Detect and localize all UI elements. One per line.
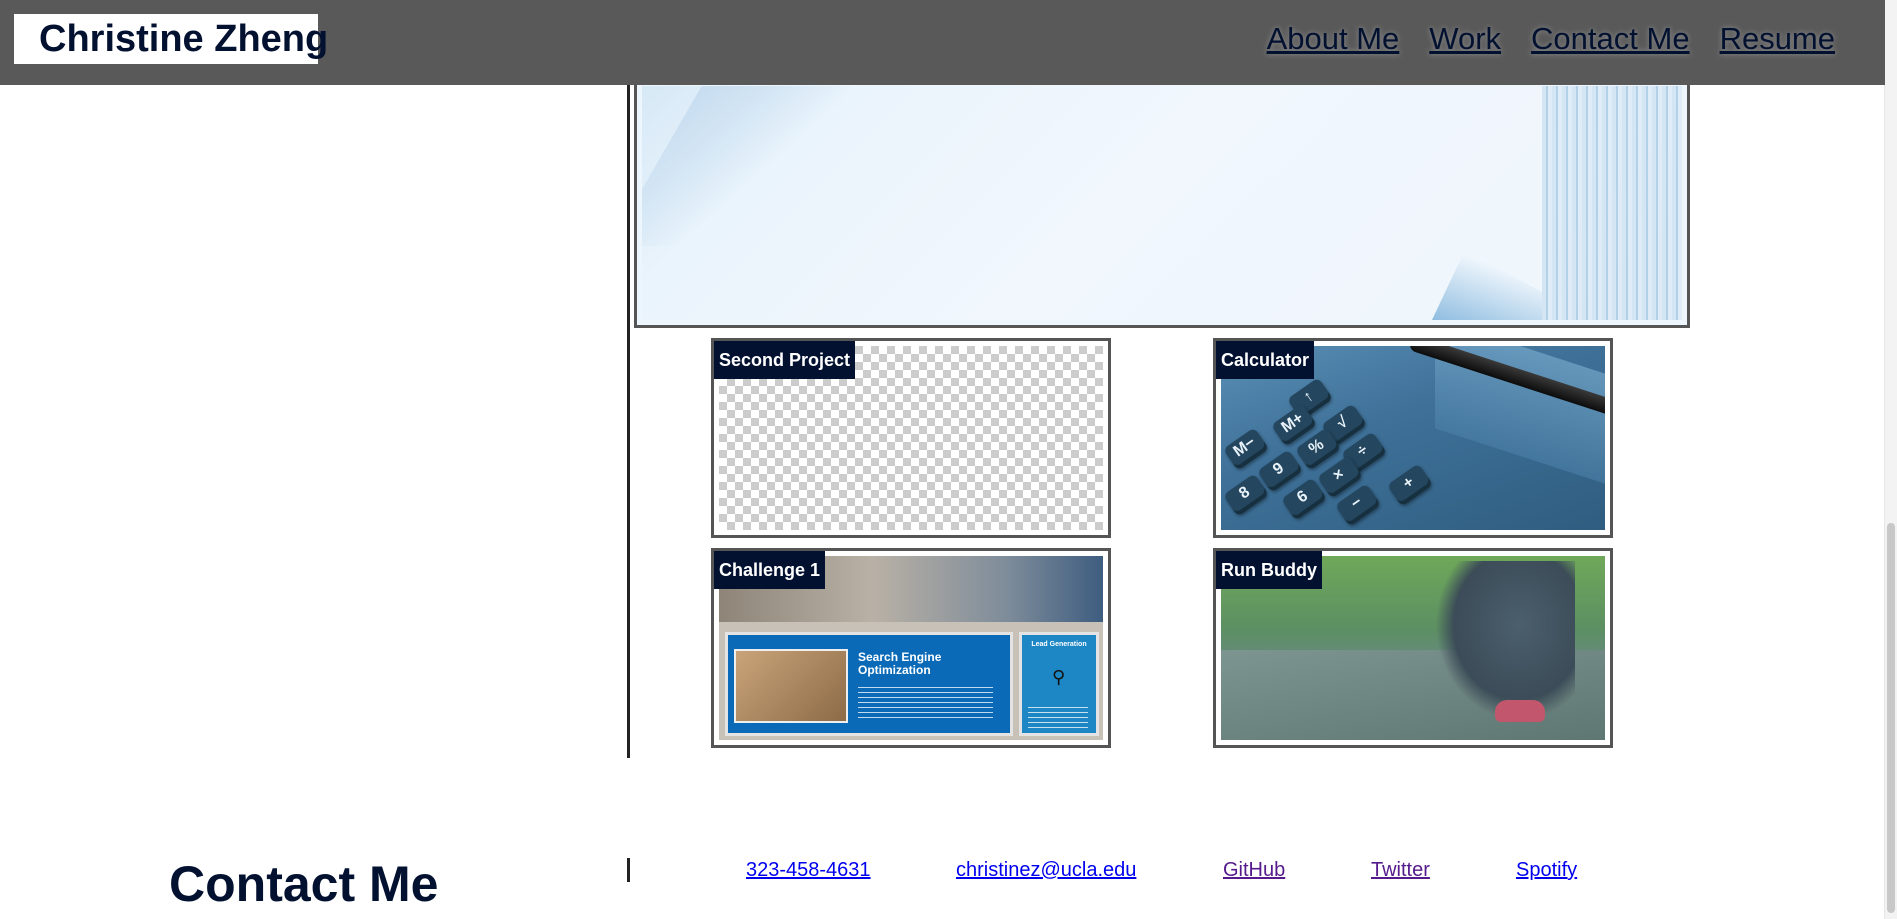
project-label: Calculator bbox=[1216, 341, 1315, 379]
nav-link-resume[interactable]: Resume bbox=[1720, 20, 1835, 58]
contact-spotify-link[interactable]: Spotify bbox=[1516, 858, 1577, 882]
contact-twitter-link[interactable]: Twitter bbox=[1371, 858, 1430, 882]
site-header: Christine Zheng About Me Work Contact Me… bbox=[0, 0, 1885, 85]
project-label: Run Buddy bbox=[1216, 551, 1322, 589]
project-label: Second Project bbox=[714, 341, 856, 379]
site-brand[interactable]: Christine Zheng bbox=[14, 14, 328, 64]
project-label: Challenge 1 bbox=[714, 551, 826, 589]
contact-phone-link[interactable]: 323-458-4631 bbox=[746, 858, 871, 882]
contact-section-divider bbox=[627, 858, 630, 882]
contact-github-link[interactable]: GitHub bbox=[1223, 858, 1285, 882]
scrollbar-thumb[interactable] bbox=[1887, 523, 1895, 913]
contact-email-link[interactable]: christinez@ucla.edu bbox=[956, 858, 1136, 882]
contact-section-title: Contact Me bbox=[169, 856, 439, 912]
main-nav: About Me Work Contact Me Resume bbox=[1267, 20, 1835, 58]
project-card-run-buddy[interactable]: Run Buddy bbox=[1213, 548, 1613, 748]
project-card-second-project[interactable]: Second Project bbox=[711, 338, 1111, 538]
project-card-calculator[interactable]: Calculator ↑ M+ √ M− % ÷ 9 × + 8 6 − bbox=[1213, 338, 1613, 538]
nav-link-work[interactable]: Work bbox=[1429, 20, 1501, 58]
featured-project-image[interactable] bbox=[634, 78, 1690, 328]
nav-link-contact[interactable]: Contact Me bbox=[1531, 20, 1690, 58]
hero-image-abstract bbox=[642, 86, 1682, 320]
lead-generation-icon: ⚲ bbox=[1052, 667, 1066, 687]
nav-link-about[interactable]: About Me bbox=[1267, 20, 1400, 58]
vertical-scrollbar[interactable] bbox=[1884, 0, 1897, 919]
project-card-challenge-1[interactable]: Challenge 1 Search Engine Optimization L… bbox=[711, 548, 1111, 748]
work-section-divider bbox=[627, 85, 630, 758]
